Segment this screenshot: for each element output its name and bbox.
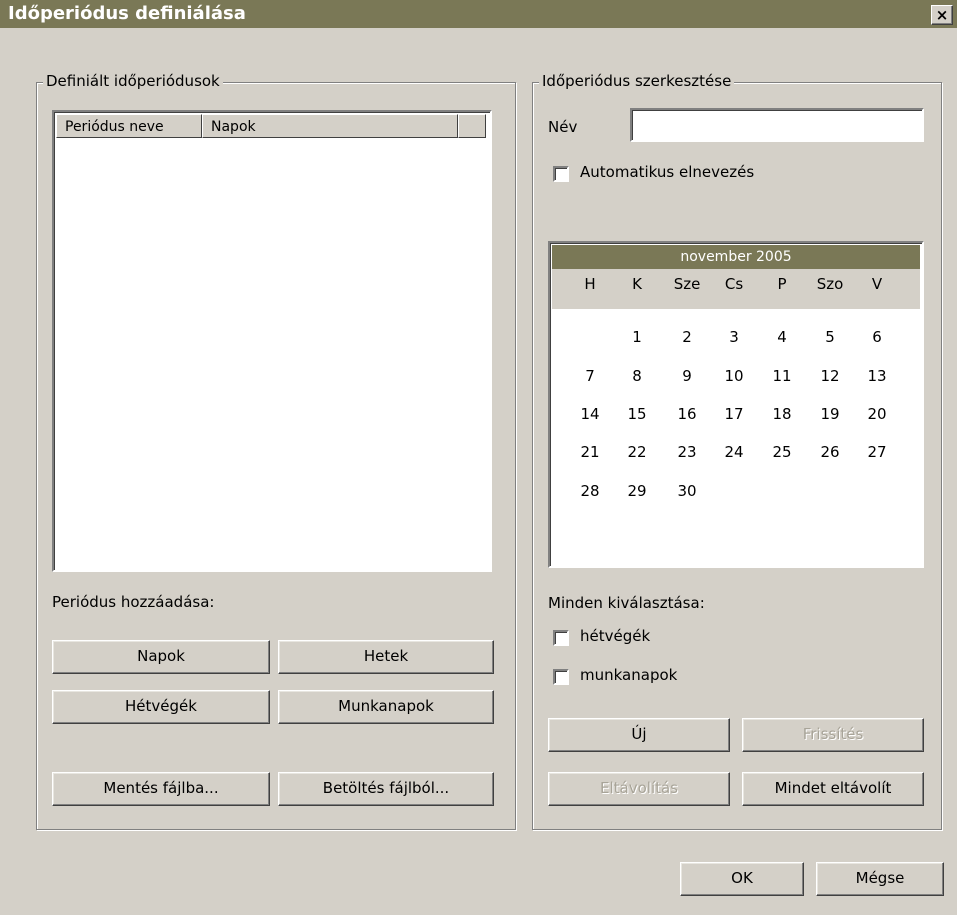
auto-name-label[interactable]: Automatikus elnevezés	[580, 163, 754, 181]
column-header-days[interactable]: Napok	[202, 114, 458, 138]
weekday-label: Szo	[816, 275, 844, 293]
close-icon: ×	[935, 6, 949, 24]
days-button[interactable]: Napok	[52, 640, 270, 674]
load-from-file-button[interactable]: Betöltés fájlból...	[278, 772, 494, 806]
calendar-day[interactable]: 25	[762, 443, 802, 461]
calendar-day[interactable]: 3	[714, 328, 754, 346]
calendar-day[interactable]: 11	[762, 367, 802, 385]
add-period-label: Periódus hozzáadása:	[52, 593, 215, 611]
refresh-button[interactable]: Frissítés	[742, 718, 924, 752]
column-header-filler	[458, 114, 486, 138]
cancel-button[interactable]: Mégse	[816, 862, 944, 896]
name-input[interactable]	[630, 108, 924, 142]
window-title: Időperiódus definiálása	[8, 3, 246, 24]
new-button[interactable]: Új	[548, 718, 730, 752]
calendar-day[interactable]: 16	[667, 405, 707, 423]
ok-button[interactable]: OK	[680, 862, 804, 896]
weekends-button[interactable]: Hétvégék	[52, 690, 270, 724]
calendar-day[interactable]: 19	[810, 405, 850, 423]
title-bar: Időperiódus definiálása ×	[0, 0, 957, 28]
workdays-button[interactable]: Munkanapok	[278, 690, 494, 724]
select-all-label: Minden kiválasztása:	[548, 594, 705, 612]
close-button[interactable]: ×	[931, 5, 953, 25]
calendar-day[interactable]: 18	[762, 405, 802, 423]
weekday-label: K	[632, 275, 642, 293]
calendar-day[interactable]: 24	[714, 443, 754, 461]
weekends-checkbox[interactable]	[553, 630, 569, 646]
remove-all-button[interactable]: Mindet eltávolít	[742, 772, 924, 806]
calendar-day[interactable]: 10	[714, 367, 754, 385]
weekends-checkbox-label[interactable]: hétvégék	[580, 627, 650, 645]
calendar-day[interactable]: 6	[857, 328, 897, 346]
calendar-day[interactable]: 2	[667, 328, 707, 346]
weekday-label: V	[871, 275, 883, 293]
calendar-day[interactable]: 12	[810, 367, 850, 385]
column-header-period-name[interactable]: Periódus neve	[56, 114, 202, 138]
weekday-label: Sze	[673, 275, 701, 293]
calendar-day[interactable]: 27	[857, 443, 897, 461]
edit-period-label: Időperiódus szerkesztése	[539, 72, 735, 90]
calendar-day[interactable]: 1	[617, 328, 657, 346]
calendar-day[interactable]: 9	[667, 367, 707, 385]
weeks-button[interactable]: Hetek	[278, 640, 494, 674]
name-label: Név	[548, 118, 578, 136]
workdays-checkbox-label[interactable]: munkanapok	[580, 666, 677, 684]
weekday-label: P	[777, 275, 787, 293]
periods-list[interactable]: Periódus neve Napok	[52, 110, 492, 572]
defined-periods-label: Definiált időperiódusok	[43, 72, 223, 90]
calendar-weekday-row: H K Sze Cs P Szo V	[552, 269, 920, 309]
calendar-day[interactable]: 26	[810, 443, 850, 461]
workdays-checkbox[interactable]	[553, 669, 569, 685]
calendar-day[interactable]: 22	[617, 443, 657, 461]
calendar-day[interactable]: 13	[857, 367, 897, 385]
calendar-day[interactable]: 28	[570, 482, 610, 500]
calendar-day[interactable]: 20	[857, 405, 897, 423]
calendar-day[interactable]: 30	[667, 482, 707, 500]
calendar-month-title[interactable]: november 2005	[552, 245, 920, 269]
calendar-day[interactable]: 4	[762, 328, 802, 346]
calendar-day[interactable]: 29	[617, 482, 657, 500]
calendar-day[interactable]: 8	[617, 367, 657, 385]
weekday-label: H	[584, 275, 596, 293]
remove-button[interactable]: Eltávolítás	[548, 772, 730, 806]
calendar-day[interactable]: 23	[667, 443, 707, 461]
auto-name-checkbox[interactable]	[553, 166, 569, 182]
calendar-day[interactable]: 21	[570, 443, 610, 461]
calendar-day[interactable]: 7	[570, 367, 610, 385]
calendar-day[interactable]: 14	[570, 405, 610, 423]
calendar-day[interactable]: 17	[714, 405, 754, 423]
weekday-label: Cs	[724, 275, 744, 293]
save-to-file-button[interactable]: Mentés fájlba...	[52, 772, 270, 806]
calendar-day[interactable]: 5	[810, 328, 850, 346]
calendar-day[interactable]: 15	[617, 405, 657, 423]
month-calendar[interactable]: november 2005 H K Sze Cs P Szo V 1 2 3 4…	[548, 241, 924, 568]
